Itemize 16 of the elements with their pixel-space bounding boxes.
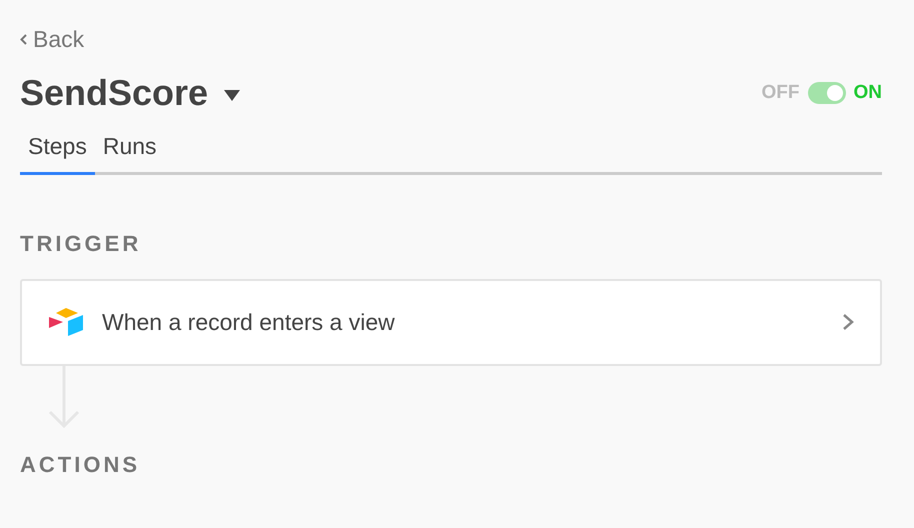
section-heading: ACTIONS xyxy=(20,454,141,476)
cube-logo-icon xyxy=(48,307,84,337)
page-title: SendScore xyxy=(20,75,208,111)
trigger-step-card[interactable]: When a record enters a view xyxy=(20,278,882,366)
arrow-down-icon xyxy=(47,366,81,428)
trigger-step-label: When a record enters a view xyxy=(102,308,395,337)
chevron-left-icon xyxy=(20,34,27,45)
dropdown-caret-icon[interactable] xyxy=(224,90,240,100)
off-label: OFF xyxy=(762,80,800,105)
on-off-toggle[interactable] xyxy=(808,82,846,104)
back-link[interactable]: Back xyxy=(20,28,84,51)
tab[interactable]: Runs xyxy=(94,125,165,174)
section-heading: TRIGGER xyxy=(20,232,142,254)
on-label: ON xyxy=(854,80,882,105)
chevron-right-icon xyxy=(842,313,854,331)
tab[interactable]: Steps xyxy=(20,125,95,174)
